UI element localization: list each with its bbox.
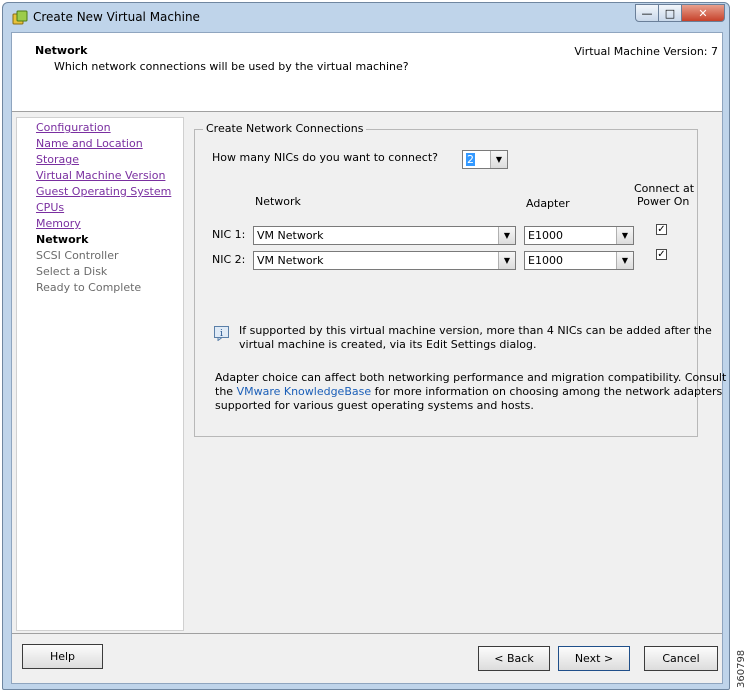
minimize-icon: — [641, 6, 653, 20]
nic2-connect-checkbox[interactable]: ✓ [656, 249, 667, 260]
figure-number-text: 360798 [736, 650, 747, 688]
adapter-note-line-2: the VMware KnowledgeBase for more inform… [215, 385, 722, 398]
nic1-adapter-select[interactable]: E1000 ▼ [524, 226, 634, 245]
help-button[interactable]: Help [22, 644, 103, 669]
chevron-down-icon[interactable]: ▼ [498, 227, 515, 244]
adapter-note-pre: the [215, 385, 237, 398]
adapter-note-line-3: supported for various guest operating sy… [215, 399, 534, 412]
nic1-label: NIC 1: [212, 228, 246, 241]
back-button[interactable]: < Back [478, 646, 550, 671]
nav-item-guest-os[interactable]: Guest Operating System [36, 185, 171, 198]
nav-item-configuration[interactable]: Configuration [36, 121, 111, 134]
group-title: Create Network Connections [203, 122, 367, 135]
page-title: Network [35, 44, 88, 57]
nic2-network-select[interactable]: VM Network ▼ [253, 251, 516, 270]
nav-item-vm-version[interactable]: Virtual Machine Version [36, 169, 165, 182]
title-bar[interactable]: Create New Virtual Machine — □ ✕ [3, 3, 729, 33]
nav-item-select-disk: Select a Disk [36, 265, 108, 278]
nic1-network-select[interactable]: VM Network ▼ [253, 226, 516, 245]
wizard-header: Network Which network connections will b… [12, 33, 722, 112]
nic1-network-value: VM Network [257, 229, 324, 242]
nav-item-ready: Ready to Complete [36, 281, 142, 294]
nic1-adapter-value: E1000 [528, 229, 563, 242]
column-connect-line1: Connect at [634, 182, 695, 195]
vm-version-label: Virtual Machine Version: 7 [574, 45, 718, 58]
chevron-down-icon[interactable]: ▼ [616, 252, 633, 269]
figure-number: 360798 [736, 650, 747, 688]
nic-count-label: How many NICs do you want to connect? [212, 151, 438, 164]
wizard-steps: Configuration Name and Location Storage … [16, 117, 184, 631]
nic-count-value: 2 [466, 153, 475, 166]
minimize-button[interactable]: — [635, 4, 659, 22]
dialog-client: Network Which network connections will b… [11, 32, 726, 684]
adapter-note-line-1: Adapter choice can affect both networkin… [215, 371, 727, 384]
column-adapter: Adapter [526, 197, 570, 210]
nic2-label: NIC 2: [212, 253, 246, 266]
nav-item-scsi-controller: SCSI Controller [36, 249, 119, 262]
nic-count-select[interactable]: 2 ▼ [462, 150, 508, 169]
knowledgebase-link[interactable]: VMware KnowledgeBase [237, 385, 372, 398]
nic2-network-value: VM Network [257, 254, 324, 267]
close-button[interactable]: ✕ [681, 4, 725, 22]
cancel-button[interactable]: Cancel [644, 646, 718, 671]
info-line-1: If supported by this virtual machine ver… [239, 324, 712, 337]
maximize-icon: □ [664, 6, 676, 20]
column-network: Network [255, 195, 301, 208]
nav-item-name-location[interactable]: Name and Location [36, 137, 143, 150]
next-button[interactable]: Next > [558, 646, 630, 671]
caption-buttons: — □ ✕ [635, 4, 725, 24]
wizard-content: Create Network Connections How many NICs… [190, 117, 726, 631]
nic2-adapter-select[interactable]: E1000 ▼ [524, 251, 634, 270]
chevron-down-icon[interactable]: ▼ [498, 252, 515, 269]
nav-item-storage[interactable]: Storage [36, 153, 79, 166]
wizard-footer: Help < Back Next > Cancel [12, 633, 722, 684]
adapter-note-post: for more information on choosing among t… [371, 385, 723, 398]
close-icon: ✕ [698, 6, 708, 20]
info-icon: i [214, 326, 229, 341]
page-subtitle: Which network connections will be used b… [54, 60, 409, 73]
nic2-adapter-value: E1000 [528, 254, 563, 267]
nav-item-memory[interactable]: Memory [36, 217, 81, 230]
nav-item-network: Network [36, 233, 89, 246]
chevron-down-icon[interactable]: ▼ [490, 151, 507, 168]
window-title: Create New Virtual Machine [33, 10, 200, 24]
dialog-window: Create New Virtual Machine — □ ✕ Network… [2, 2, 730, 690]
nav-item-cpus[interactable]: CPUs [36, 201, 64, 214]
chevron-down-icon[interactable]: ▼ [616, 227, 633, 244]
info-line-2: virtual machine is created, via its Edit… [239, 338, 537, 351]
maximize-button[interactable]: □ [658, 4, 682, 22]
network-connections-group: Create Network Connections How many NICs… [194, 122, 726, 437]
svg-text:i: i [220, 329, 223, 339]
vm-wizard-icon [12, 10, 28, 25]
nic1-connect-checkbox[interactable]: ✓ [656, 224, 667, 235]
column-connect-line2: Power On [637, 195, 690, 208]
